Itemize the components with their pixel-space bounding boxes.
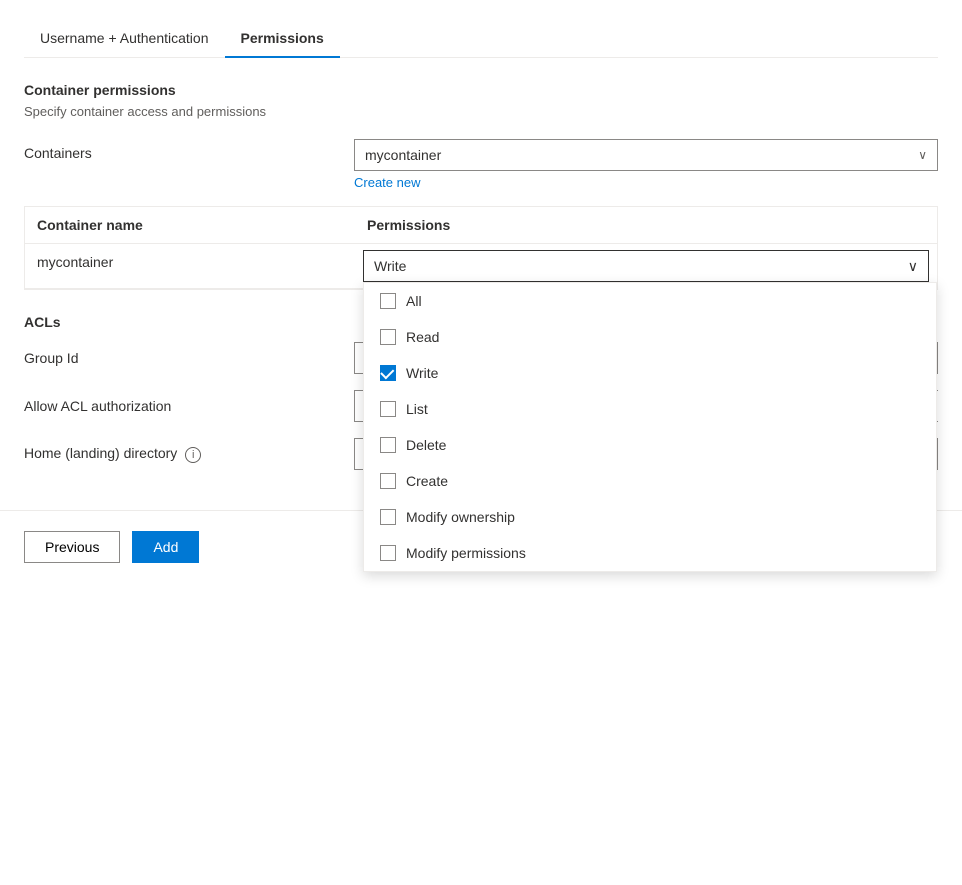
perm-label-list: List (406, 401, 428, 417)
tab-permissions[interactable]: Permissions (225, 20, 340, 58)
group-id-label: Group Id (24, 350, 354, 366)
permissions-table: Container name Permissions mycontainer W… (24, 206, 938, 290)
containers-control: mycontainer ∨ Create new (354, 139, 938, 190)
perm-checkbox-all[interactable] (380, 293, 396, 309)
containers-row: Containers mycontainer ∨ Create new (24, 139, 938, 190)
perm-label-write: Write (406, 365, 438, 381)
containers-dropdown[interactable]: mycontainer ∨ (354, 139, 938, 171)
perm-label-read: Read (406, 329, 439, 345)
perm-checkbox-modify-permissions[interactable] (380, 545, 396, 561)
perm-option-create[interactable]: Create (364, 463, 936, 499)
permissions-dropdown[interactable]: Write ∨ (363, 250, 929, 282)
perm-label-all: All (406, 293, 422, 309)
perm-option-modify-permissions[interactable]: Modify permissions (364, 535, 936, 571)
perm-label-delete: Delete (406, 437, 446, 453)
col-header-container-name: Container name (25, 207, 355, 243)
section-desc: Specify container access and permissions (24, 104, 938, 119)
perm-option-modify-ownership[interactable]: Modify ownership (364, 499, 936, 535)
previous-button[interactable]: Previous (24, 531, 120, 563)
container-name-cell: mycontainer (25, 244, 355, 280)
home-dir-info-icon[interactable]: i (185, 447, 201, 463)
perm-option-delete[interactable]: Delete (364, 427, 936, 463)
container-permissions-section: Container permissions Specify container … (24, 82, 938, 290)
tab-username-auth[interactable]: Username + Authentication (24, 20, 225, 58)
perm-label-create: Create (406, 473, 448, 489)
allow-acl-label: Allow ACL authorization (24, 398, 354, 414)
perm-option-all[interactable]: All (364, 283, 936, 319)
table-row: mycontainer Write ∨ All (25, 244, 937, 289)
add-button[interactable]: Add (132, 531, 199, 563)
col-header-permissions: Permissions (355, 207, 937, 243)
perm-option-read[interactable]: Read (364, 319, 936, 355)
perm-checkbox-read[interactable] (380, 329, 396, 345)
perm-checkbox-list[interactable] (380, 401, 396, 417)
permissions-dropdown-menu: All Read Write List (363, 282, 937, 572)
perm-option-write[interactable]: Write (364, 355, 936, 391)
home-dir-label: Home (landing) directory i (24, 445, 354, 463)
perm-label-modify-permissions: Modify permissions (406, 545, 526, 561)
perm-checkbox-write[interactable] (380, 365, 396, 381)
perm-checkbox-delete[interactable] (380, 437, 396, 453)
containers-chevron-icon: ∨ (918, 148, 927, 162)
permissions-cell: Write ∨ All Read (355, 244, 937, 288)
permissions-selected: Write (374, 258, 406, 274)
perm-checkbox-create[interactable] (380, 473, 396, 489)
permissions-table-header: Container name Permissions (25, 207, 937, 244)
section-title: Container permissions (24, 82, 938, 98)
create-new-link[interactable]: Create new (354, 175, 420, 190)
perm-label-modify-ownership: Modify ownership (406, 509, 515, 525)
tabs-bar: Username + Authentication Permissions (24, 20, 938, 58)
containers-label: Containers (24, 139, 354, 161)
home-dir-label-text: Home (landing) directory (24, 445, 177, 461)
containers-selected-value: mycontainer (365, 147, 441, 163)
permissions-chevron-icon: ∨ (908, 258, 918, 275)
perm-checkbox-modify-ownership[interactable] (380, 509, 396, 525)
perm-option-list[interactable]: List (364, 391, 936, 427)
